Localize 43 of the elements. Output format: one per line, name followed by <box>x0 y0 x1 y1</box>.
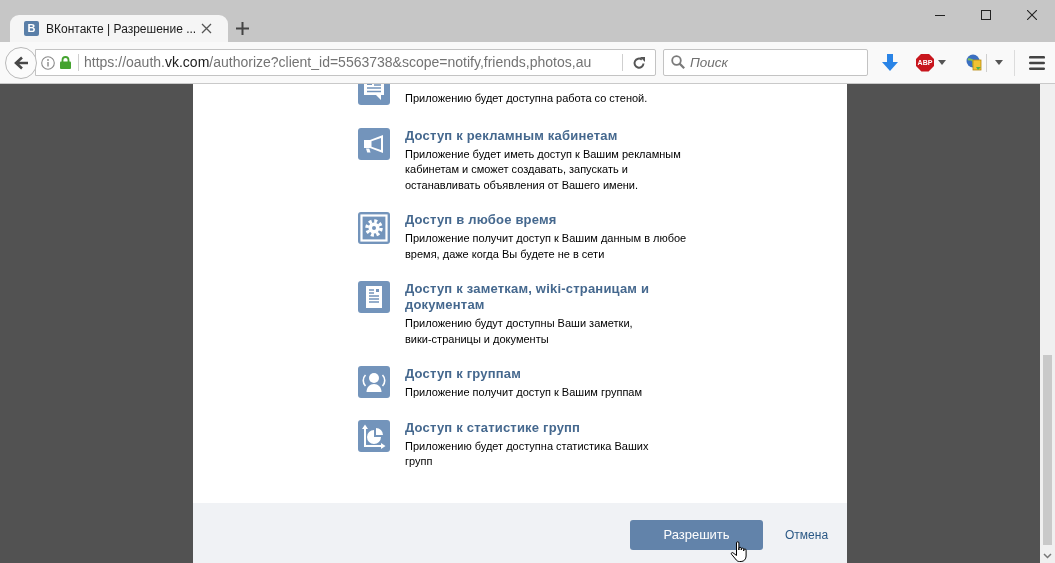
caret-icon[interactable] <box>938 60 946 65</box>
maximize-icon[interactable] <box>981 10 991 20</box>
close-icon[interactable] <box>1027 10 1037 20</box>
permission-title: Доступ в любое время <box>405 212 558 228</box>
search-icon <box>671 55 685 69</box>
permission-description: Приложению будет доступна работа со стеной. <box>405 91 649 106</box>
scrollbar-thumb[interactable] <box>1043 355 1052 545</box>
new-tab-icon[interactable] <box>236 22 249 35</box>
favicon: В <box>24 21 39 36</box>
menu-icon[interactable] <box>1029 55 1045 70</box>
pie-chart-icon <box>358 419 390 452</box>
caret-icon[interactable] <box>995 60 1003 65</box>
reload-icon[interactable] <box>632 55 646 70</box>
megaphone-icon <box>358 127 390 160</box>
search-field[interactable]: Поиск <box>663 49 868 76</box>
close-tab-icon[interactable] <box>201 23 212 34</box>
back-arrow-icon <box>13 55 29 70</box>
hand-cursor-icon <box>730 541 748 563</box>
cancel-link[interactable]: Отмена <box>785 527 829 543</box>
browser-tab[interactable]: В ВКонтакте | Разрешение ... <box>10 15 228 42</box>
permission-description: Приложение получит доступ к Вашим данным в любое время, даже когда Вы будете не в сети <box>405 231 688 262</box>
document-icon <box>358 281 390 313</box>
address-bar[interactable]: https://oauth.vk.com/authorize?client_id=5563738&scope=notify,friends,photos,au <box>35 49 656 76</box>
scroll-down-icon[interactable] <box>1043 553 1052 559</box>
permission-title: Доступ к рекламным кабинетам <box>405 127 619 144</box>
allow-button[interactable]: Разрешить <box>630 520 763 550</box>
lock-icon[interactable] <box>60 56 71 69</box>
permission-description: Приложению будет доступна статистика Ваших групп <box>405 438 650 469</box>
minimize-icon[interactable] <box>935 14 945 16</box>
permission-title: Доступ к группам <box>405 366 523 382</box>
download-arrow-icon[interactable] <box>882 54 898 71</box>
url-text[interactable]: https://oauth.vk.com/authorize?client_id=5563738&scope=notify,friends,photos,au <box>84 52 592 73</box>
permission-title: Доступ к заметкам, wiki-страницам и документам <box>405 281 651 313</box>
permission-description: Приложение получит доступ к Вашим группам <box>405 385 643 400</box>
gear-icon <box>358 212 390 244</box>
globe-icon[interactable] <box>966 54 982 71</box>
permission-description: Приложение будет иметь доступ к Вашим рекламным кабинетам и сможет создавать, запускать и останавливать объявления от Вашего имени. <box>405 146 682 193</box>
back-button[interactable] <box>5 46 37 79</box>
info-icon[interactable] <box>41 55 55 70</box>
person-icon <box>358 366 390 398</box>
permission-title: Доступ к статистике групп <box>405 419 582 436</box>
permission-description: Приложению будут доступны Ваши заметки, вики-страницы и документы <box>405 316 634 347</box>
tab-title: ВКонтакте | Разрешение ... <box>46 20 197 38</box>
